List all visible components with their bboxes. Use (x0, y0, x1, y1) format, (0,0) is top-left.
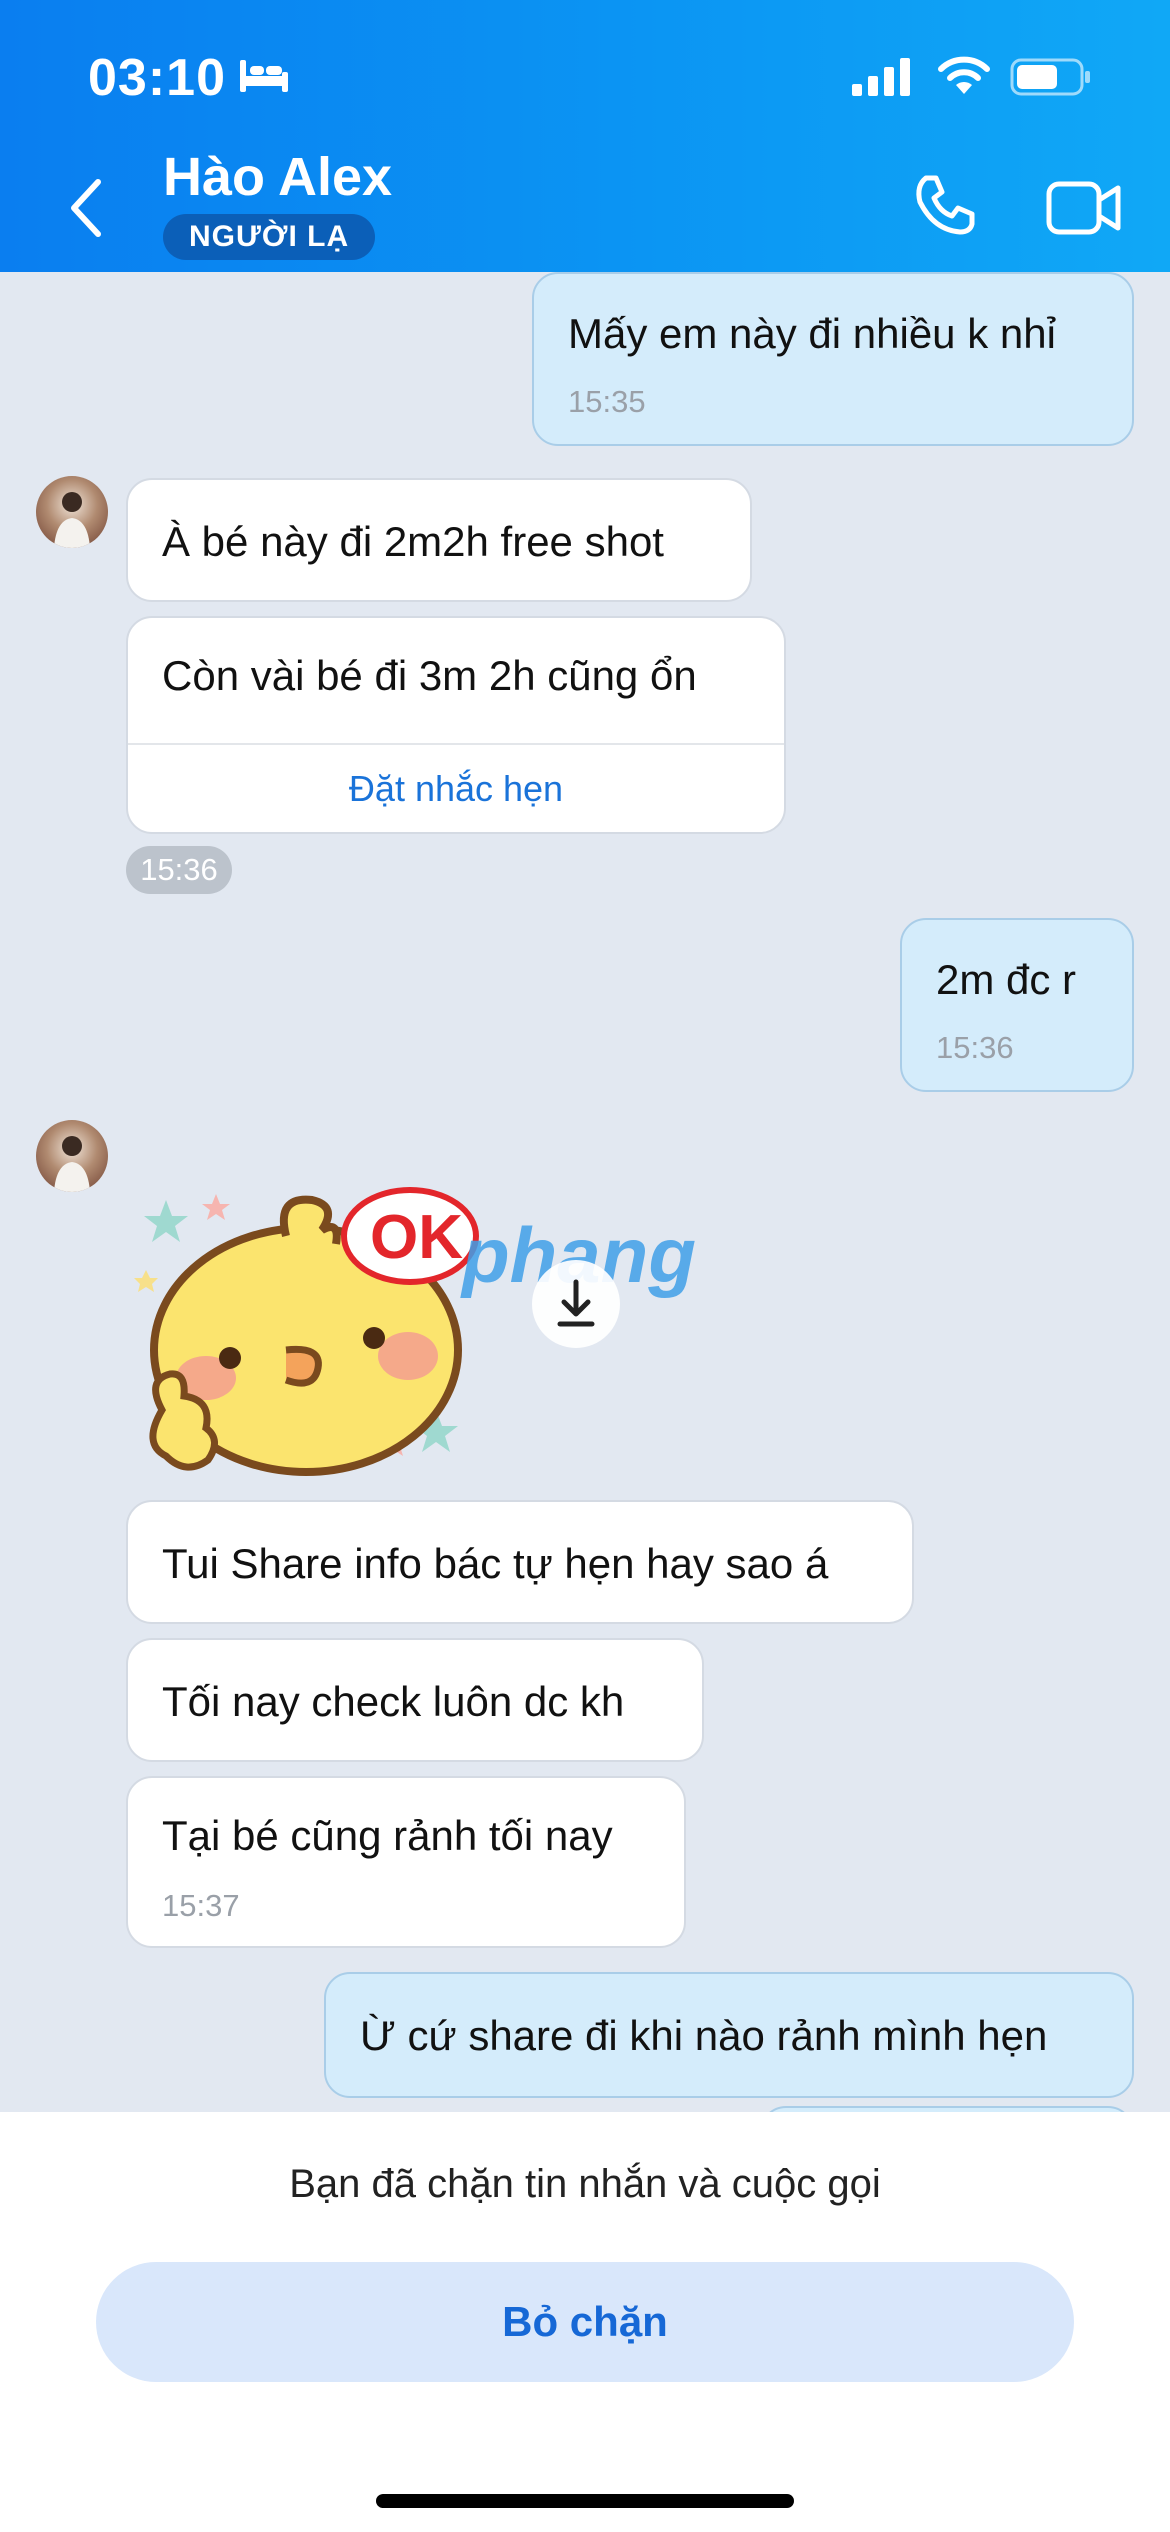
message-text: Tại bé cũng rảnh tối nay (162, 1812, 613, 1859)
incoming-message[interactable]: Tối nay check luôn dc kh (126, 1638, 704, 1762)
outgoing-message[interactable]: Ừ cứ share đi khi nào rảnh mình hẹn (324, 1972, 1134, 2098)
message-time: 15:37 (162, 1888, 240, 1923)
wifi-icon (938, 56, 990, 94)
status-time: 03:10 (88, 49, 226, 107)
home-indicator[interactable] (376, 2494, 794, 2508)
message-time-pill: 15:36 (126, 846, 232, 894)
outgoing-message[interactable]: Mấy em này đi nhiều k nhỉ 15:35 (532, 272, 1134, 446)
outgoing-message[interactable]: 2m đc r 15:36 (900, 918, 1134, 1092)
incoming-message[interactable]: À bé này đi 2m2h free shot (126, 478, 752, 602)
message-text: Còn vài bé đi 3m 2h cũng ổn (162, 652, 697, 699)
download-icon[interactable] (530, 1258, 622, 1350)
incoming-message[interactable]: Còn vài bé đi 3m 2h cũng ổn Đặt nhắc hẹn (126, 616, 786, 834)
set-reminder-link[interactable]: Đặt nhắc hẹn (128, 743, 784, 835)
stranger-badge: NGƯỜI LẠ (163, 214, 376, 260)
message-text: 2m đc r (936, 956, 1077, 1003)
cellular-signal-icon (852, 58, 910, 96)
message-text: Tui Share info bác tự hẹn hay sao á (162, 1540, 829, 1587)
incoming-message[interactable]: Tại bé cũng rảnh tối nay 15:37 (126, 1776, 686, 1948)
contact-avatar[interactable] (36, 1120, 108, 1192)
video-camera-icon[interactable] (1046, 180, 1122, 236)
message-time: 15:35 (568, 384, 646, 419)
sticker-ok-text: OK (370, 1203, 463, 1272)
contact-name[interactable]: Hào Alex (163, 146, 392, 208)
phone-icon[interactable] (912, 172, 978, 238)
blocked-bottom-sheet: Bạn đã chặn tin nhắn và cuộc gọi Bỏ chặn (0, 2112, 1170, 2532)
contact-avatar[interactable] (36, 476, 108, 548)
incoming-message[interactable]: Tui Share info bác tự hẹn hay sao á (126, 1500, 914, 1624)
message-text: Ừ cứ share đi khi nào rảnh mình hẹn (360, 2012, 1048, 2059)
avatar-photo-icon (54, 1136, 90, 1192)
avatar-photo-icon (54, 492, 90, 548)
back-chevron-icon[interactable] (66, 178, 106, 238)
chat-header: 03:10 Hào Alex NGƯỜI LẠ (0, 0, 1170, 272)
blocked-notice: Bạn đã chặn tin nhắn và cuộc gọi (289, 2162, 881, 2206)
sleep-focus-icon (240, 60, 288, 92)
message-text: Mấy em này đi nhiều k nhỉ (568, 310, 1056, 357)
message-text: À bé này đi 2m2h free shot (162, 518, 664, 565)
battery-icon (1010, 58, 1090, 96)
message-text: Tối nay check luôn dc kh (162, 1678, 625, 1725)
ok-chick-sticker[interactable]: OK phang (126, 1160, 766, 1480)
message-time: 15:36 (936, 1030, 1014, 1065)
unblock-button[interactable]: Bỏ chặn (96, 2262, 1074, 2382)
